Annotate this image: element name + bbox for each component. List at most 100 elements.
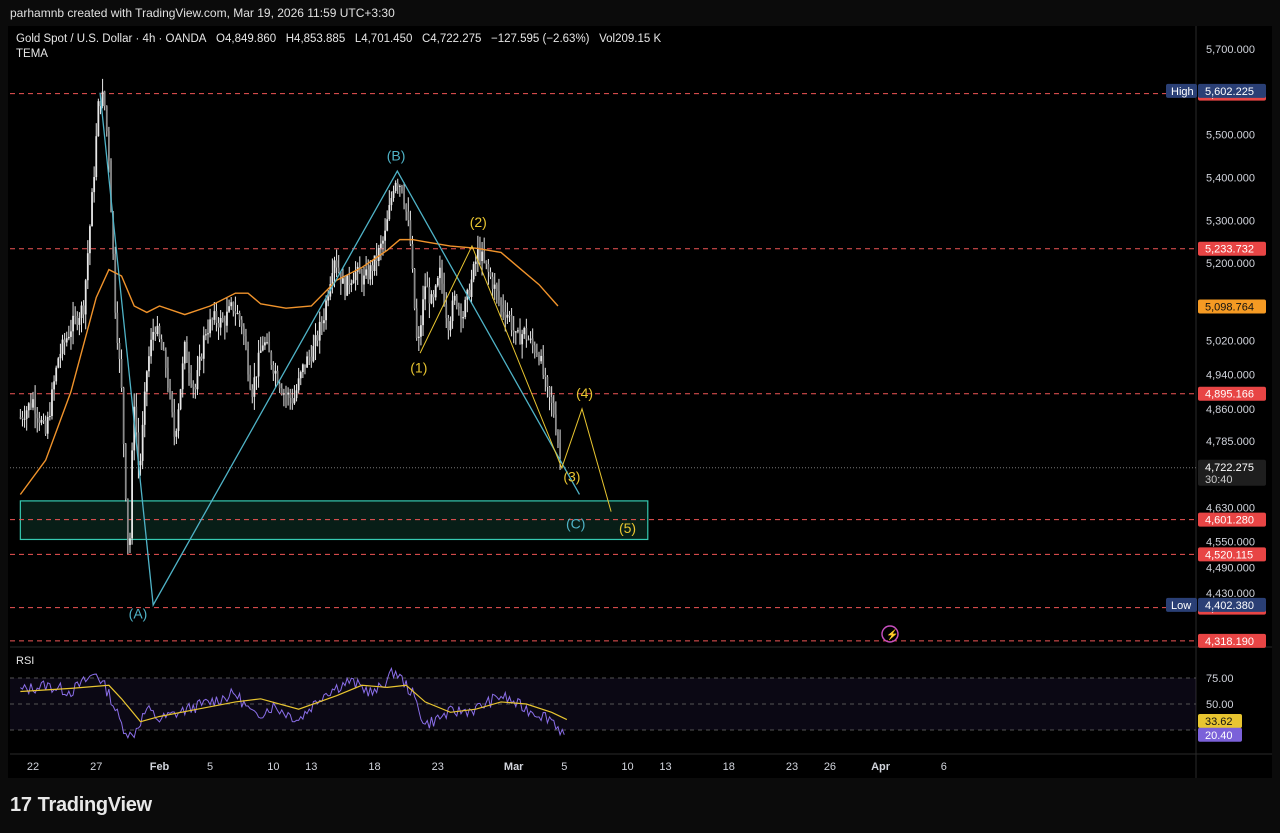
candle-body xyxy=(164,350,167,368)
candle-body xyxy=(141,424,144,461)
candle-body xyxy=(354,271,357,281)
candle-body xyxy=(517,330,519,332)
candle-body xyxy=(495,284,498,291)
rsi-tick-label: 50.00 xyxy=(1206,699,1234,711)
candle-body xyxy=(84,280,87,315)
candle-body xyxy=(432,294,435,298)
x-tick-label: Mar xyxy=(504,761,524,773)
candle-body xyxy=(89,226,91,254)
tema-line xyxy=(19,238,559,495)
price-badge-text: 5,602.225 xyxy=(1205,86,1254,98)
x-tick-label: 22 xyxy=(27,761,39,773)
candle-body xyxy=(255,376,258,378)
candle-body xyxy=(97,101,100,137)
candle-body xyxy=(150,339,152,357)
candle-body xyxy=(464,299,467,318)
candle-body xyxy=(274,370,277,374)
candle-body xyxy=(527,339,530,341)
rsi-tick-label: 75.00 xyxy=(1206,673,1234,685)
x-tick-label: 18 xyxy=(368,761,380,773)
candle-body xyxy=(152,331,155,340)
candle-body xyxy=(228,306,230,312)
price-chart[interactable]: (A) (B) (C) (1) (2) (3) (4) (5) 5,700.000 5,500.0… xyxy=(0,0,1280,833)
candle-body xyxy=(544,374,547,377)
candle-body xyxy=(219,317,222,328)
candle-body xyxy=(257,352,260,377)
candle-body xyxy=(230,302,233,307)
price-badge-countdown: 30:40 xyxy=(1205,474,1233,486)
legend-indicator-tema[interactable]: TEMA xyxy=(16,48,661,60)
candle-body xyxy=(80,305,83,319)
candle-body xyxy=(350,283,353,285)
candle-body xyxy=(390,198,393,206)
candle-body xyxy=(270,352,273,365)
candle-body xyxy=(139,460,142,466)
candle-body xyxy=(76,316,79,325)
candle-body xyxy=(36,413,39,419)
candle-body xyxy=(531,338,534,346)
candle-body xyxy=(236,313,239,315)
candle-body xyxy=(287,392,290,395)
candle-body xyxy=(407,211,410,221)
candle-body xyxy=(207,333,209,335)
wave-label: (B) xyxy=(387,147,406,163)
candle-body xyxy=(417,336,420,338)
tradingview-logo[interactable]: 17 TradingView xyxy=(10,794,152,817)
candle-body xyxy=(105,106,108,132)
candle-body xyxy=(278,383,281,389)
candle-body xyxy=(70,331,72,337)
candle-body xyxy=(304,364,306,368)
candle-body xyxy=(162,349,165,351)
candle-body xyxy=(352,280,355,284)
candle-body xyxy=(46,416,49,434)
candle-body xyxy=(318,321,321,341)
candle-body xyxy=(34,399,37,414)
candle-body xyxy=(415,308,418,338)
price-tick-label: 5,300.000 xyxy=(1206,215,1255,227)
x-tick-label: 27 xyxy=(90,761,102,773)
wave-label: (3) xyxy=(563,469,580,485)
candle-body xyxy=(491,276,494,289)
candle-body xyxy=(266,342,268,344)
candle-body xyxy=(108,131,110,161)
candle-body xyxy=(194,387,197,390)
candle-body xyxy=(217,322,220,328)
candle-body xyxy=(559,443,561,456)
candle-body xyxy=(554,414,557,433)
candle-body xyxy=(510,315,513,331)
candle-body xyxy=(293,398,296,404)
candle-body xyxy=(261,345,264,351)
candle-body xyxy=(95,136,98,177)
rsi-pane-label[interactable]: RSI xyxy=(16,655,34,667)
price-badge-text: 4,402.380 xyxy=(1205,600,1254,612)
candle-body xyxy=(346,275,349,296)
wave-label: (A) xyxy=(129,606,148,622)
candle-body xyxy=(186,341,188,363)
candle-body xyxy=(398,185,401,187)
candle-body xyxy=(447,317,450,331)
candle-body xyxy=(369,265,372,280)
candle-body xyxy=(331,273,334,285)
price-tick-label: 5,400.000 xyxy=(1206,173,1255,185)
candle-body xyxy=(29,403,32,408)
candle-body xyxy=(512,330,515,333)
candle-body xyxy=(21,417,24,419)
candle-body xyxy=(535,352,538,355)
candle-body xyxy=(371,265,374,272)
candle-body xyxy=(211,319,214,321)
candle-body xyxy=(424,286,427,300)
price-tick-label: 4,490.000 xyxy=(1206,562,1255,574)
legend-close: C4,722.275 xyxy=(421,33,482,45)
x-tick-label: 23 xyxy=(432,761,444,773)
candle-body xyxy=(120,359,123,388)
x-tick-label: 10 xyxy=(267,761,279,773)
candle-body xyxy=(91,192,93,227)
candle-body xyxy=(158,325,161,340)
x-tick-label: 18 xyxy=(723,761,735,773)
demand-zone xyxy=(19,500,649,541)
candle-body xyxy=(392,191,395,199)
candle-body xyxy=(213,311,216,320)
candle-body xyxy=(508,314,511,316)
candle-body xyxy=(548,386,551,398)
candle-body xyxy=(282,393,285,395)
